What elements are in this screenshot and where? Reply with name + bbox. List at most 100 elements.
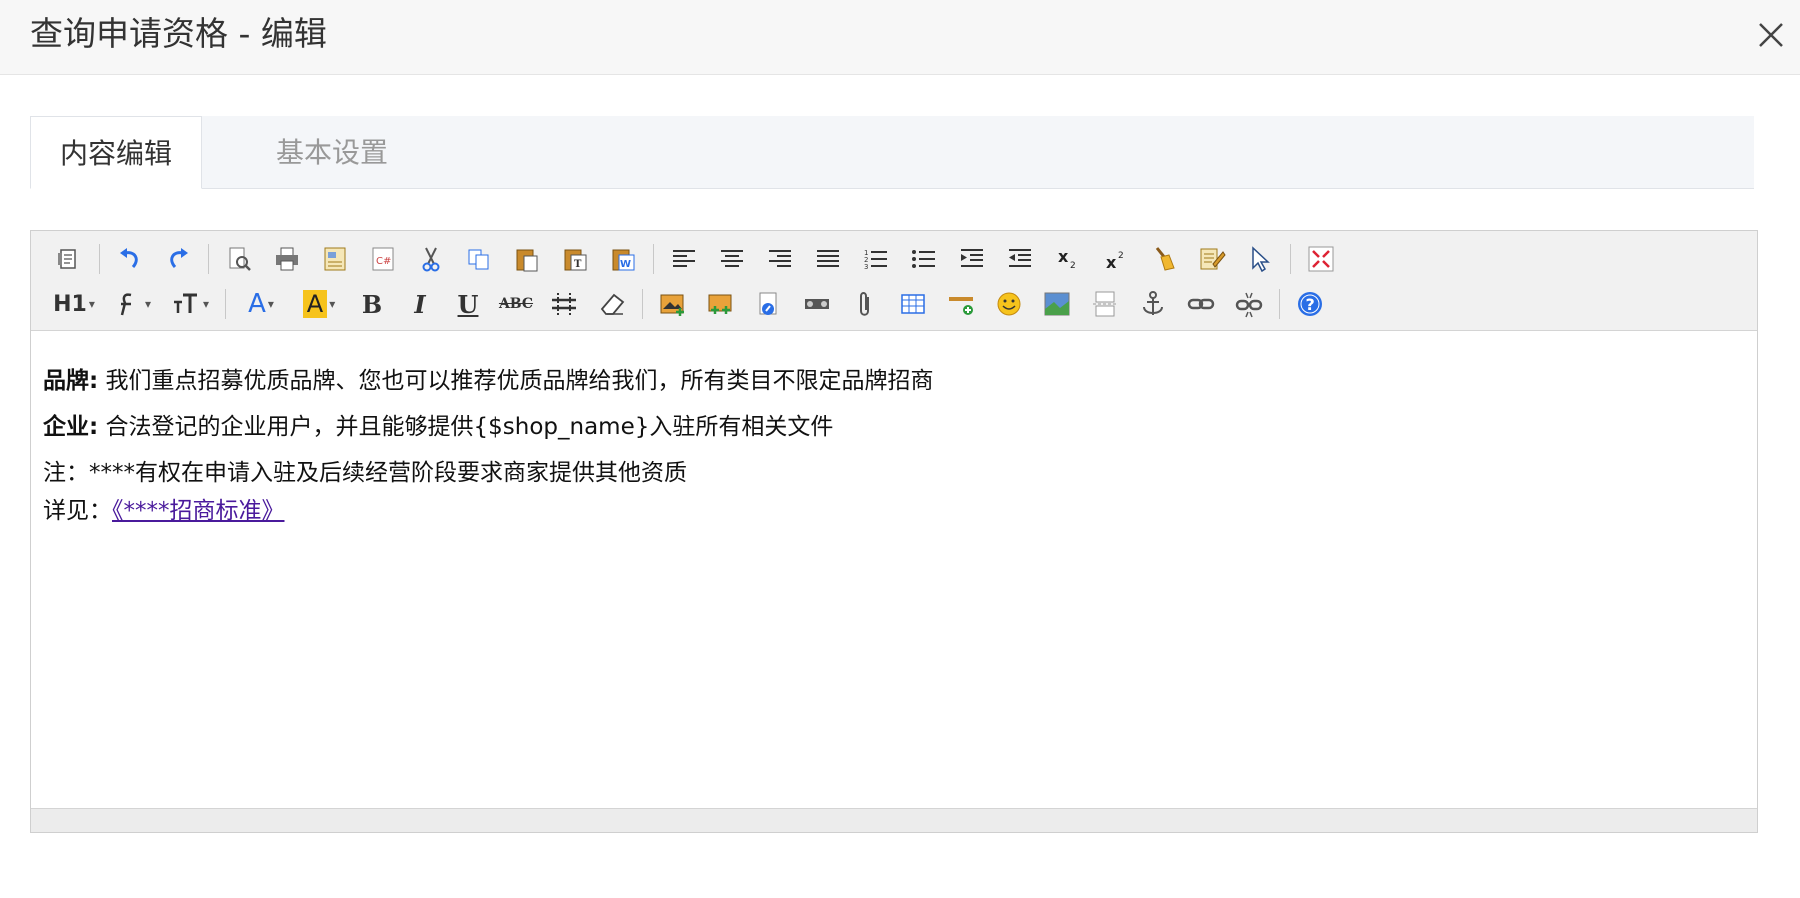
justify-button[interactable] — [804, 239, 852, 279]
italic-button[interactable]: I — [396, 284, 444, 324]
chevron-down-icon: ▾ — [88, 297, 95, 311]
anchor-icon — [1143, 291, 1163, 315]
toolbar-separator — [653, 244, 654, 274]
superscript-button[interactable]: x2 — [1092, 239, 1140, 279]
link-button[interactable] — [1177, 284, 1225, 324]
link-icon — [1187, 298, 1215, 310]
quick-format-button[interactable] — [1236, 239, 1284, 279]
toolbar-separator — [1279, 289, 1280, 319]
source-button[interactable] — [45, 239, 93, 279]
underline-icon: U — [457, 289, 479, 319]
flash-button[interactable] — [745, 284, 793, 324]
copy-button[interactable] — [455, 239, 503, 279]
cut-button[interactable] — [407, 239, 455, 279]
bold-button[interactable]: B — [348, 284, 396, 324]
horizontal-line-icon — [949, 297, 973, 315]
outdent-button[interactable] — [996, 239, 1044, 279]
unordered-list-button[interactable] — [900, 239, 948, 279]
select-all-button[interactable] — [1188, 239, 1236, 279]
print-button[interactable] — [263, 239, 311, 279]
modal-header: 查询申请资格 - 编辑 — [0, 0, 1800, 75]
subscript-icon: x2 — [1058, 247, 1076, 271]
subscript-button[interactable]: x2 — [1044, 239, 1092, 279]
eraser-button[interactable] — [588, 284, 636, 324]
attachment-button[interactable] — [841, 284, 889, 324]
emoticon-button[interactable] — [985, 284, 1033, 324]
image-button[interactable] — [649, 284, 697, 324]
svg-text:W: W — [620, 259, 631, 270]
template-button[interactable] — [311, 239, 359, 279]
cut-icon — [422, 247, 440, 272]
undo-button[interactable] — [106, 239, 154, 279]
editor-content-area[interactable]: 品牌: 我们重点招募优质品牌、您也可以推荐优质品牌给我们，所有类目不限定品牌招商… — [31, 332, 1757, 810]
media-button[interactable] — [793, 284, 841, 324]
map-button[interactable] — [1033, 284, 1081, 324]
unordered-list-icon — [912, 250, 935, 268]
template-icon — [324, 247, 346, 271]
toolbar-separator — [225, 289, 226, 319]
clear-format-icon — [1155, 247, 1175, 271]
align-center-icon — [721, 250, 743, 267]
strikethrough-button[interactable]: ABC — [492, 284, 540, 324]
redo-icon — [170, 248, 188, 268]
clear-format-button[interactable] — [1140, 239, 1188, 279]
chevron-down-icon: ▾ — [267, 297, 274, 311]
close-button[interactable] — [1754, 14, 1788, 54]
heading-dropdown[interactable]: H1 ▾ — [45, 284, 103, 324]
fullscreen-button[interactable] — [1297, 239, 1345, 279]
toolbar-separator — [208, 244, 209, 274]
align-right-button[interactable] — [756, 239, 804, 279]
align-center-button[interactable] — [708, 239, 756, 279]
table-button[interactable] — [889, 284, 937, 324]
source-icon — [58, 249, 76, 269]
ordered-list-button[interactable]: 123 — [852, 239, 900, 279]
copy-icon — [468, 249, 489, 270]
svg-text:x: x — [1106, 253, 1117, 272]
brand-label: 品牌: — [43, 368, 99, 394]
print-icon — [276, 247, 298, 271]
preview-icon — [229, 247, 251, 271]
eraser-icon — [600, 293, 625, 315]
help-button[interactable]: ? — [1286, 284, 1334, 324]
font-size-dropdown[interactable]: ▾ — [161, 284, 219, 324]
fullscreen-icon — [1308, 246, 1334, 272]
paste-plain-icon: T — [564, 249, 587, 271]
indent-button[interactable] — [948, 239, 996, 279]
redo-button[interactable] — [154, 239, 202, 279]
code-button[interactable]: C# — [359, 239, 407, 279]
align-right-icon — [769, 250, 791, 267]
page-break-button[interactable] — [1081, 284, 1129, 324]
indent-icon — [961, 249, 983, 267]
italic-icon: I — [414, 289, 426, 319]
help-icon: ? — [1298, 292, 1322, 316]
font-family-icon — [120, 293, 132, 316]
preview-button[interactable] — [215, 239, 263, 279]
code-icon: C# — [372, 247, 394, 271]
svg-text:C#: C# — [376, 256, 391, 267]
justify-icon — [817, 250, 839, 267]
font-color-dropdown[interactable]: A ▾ — [232, 284, 290, 324]
font-size-icon — [173, 293, 197, 313]
paste-plain-button[interactable]: T — [551, 239, 599, 279]
emoticon-icon — [997, 292, 1021, 316]
multi-image-button[interactable] — [697, 284, 745, 324]
unlink-button[interactable] — [1225, 284, 1273, 324]
horizontal-line-button[interactable] — [937, 284, 985, 324]
chevron-down-icon: ▾ — [202, 297, 210, 311]
tab-content-edit[interactable]: 内容编辑 — [30, 116, 202, 189]
paragraph-enterprise: 企业: 合法登记的企业用户，并且能够提供{$shop_name}入驻所有相关文件 — [43, 404, 1745, 450]
paste-word-button[interactable]: W — [599, 239, 647, 279]
font-family-dropdown[interactable]: ▾ — [103, 284, 161, 324]
align-left-button[interactable] — [660, 239, 708, 279]
highlight-color-dropdown[interactable]: A ▾ — [290, 284, 348, 324]
anchor-button[interactable] — [1129, 284, 1177, 324]
paste-button[interactable] — [503, 239, 551, 279]
standards-link[interactable]: 《****招商标准》 — [112, 498, 285, 524]
page-break-icon — [1093, 291, 1117, 317]
heading-icon: H1 — [53, 291, 87, 317]
superscript-icon: x2 — [1106, 251, 1124, 272]
tab-basic-settings[interactable]: 基本设置 — [202, 116, 462, 189]
line-height-button[interactable] — [540, 284, 588, 324]
modal-title: 查询申请资格 - 编辑 — [30, 14, 327, 53]
underline-button[interactable]: U — [444, 284, 492, 324]
